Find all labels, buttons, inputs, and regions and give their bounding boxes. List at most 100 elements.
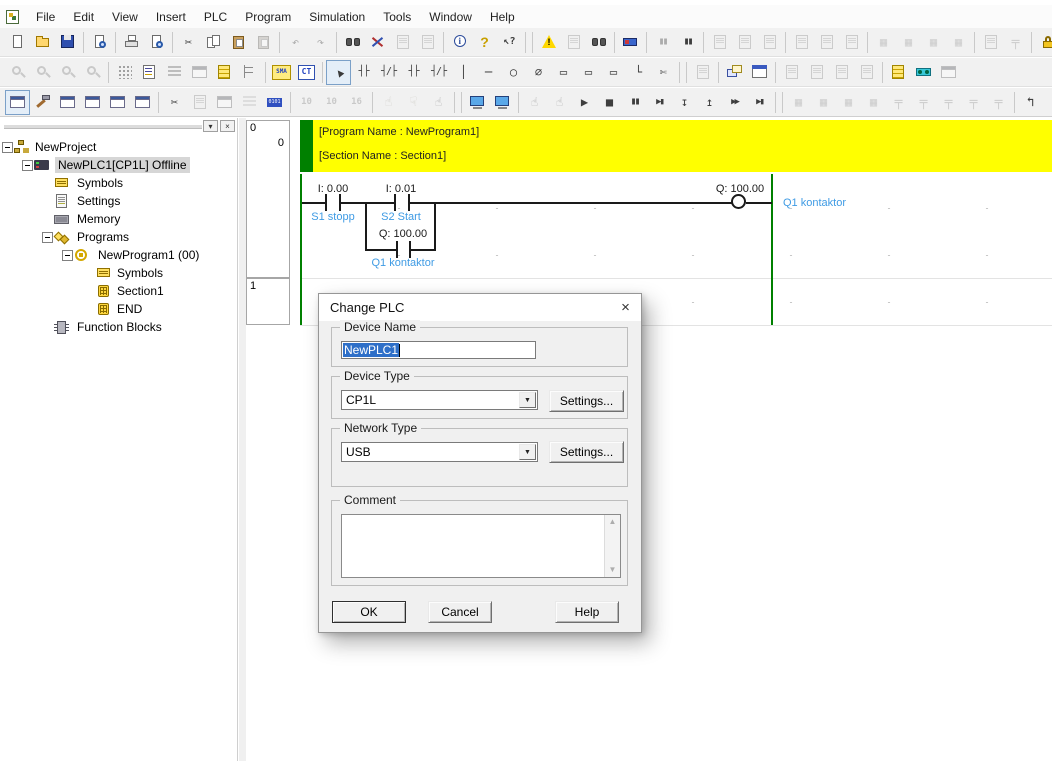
online-edit-begin-button[interactable] [789,30,814,55]
edit-symbol-button[interactable] [779,60,804,85]
tree-expander-minus[interactable] [22,160,33,171]
menu-tools[interactable]: Tools [374,10,420,24]
network-type-settings-button[interactable]: Settings... [549,441,624,463]
app-icon[interactable] [5,9,21,24]
tree-item-symbols-global[interactable]: Symbols [0,174,237,192]
device-type-select[interactable]: CP1L ▼ [341,390,538,410]
tree-item-newproject[interactable]: NewProject [0,138,237,156]
sim-pause-button[interactable]: ▮▮ [622,90,647,115]
sim-step-out-button[interactable]: ↥ [697,90,722,115]
help-topics-button[interactable]: ? [472,30,497,55]
io-break-2-button[interactable]: ╤ [911,90,936,115]
new-horizontal-line-button[interactable]: ─ [476,60,501,85]
workspace-menu-button[interactable]: ▾ [203,120,218,132]
mnemonic-view-button[interactable]: SMA [269,60,294,85]
menu-insert[interactable]: Insert [147,10,195,24]
show-monitor-boxes-button[interactable] [187,60,212,85]
rung-0-margin[interactable]: 0 0 [246,120,290,278]
new-button[interactable] [5,30,30,55]
help-button[interactable]: Help [555,601,619,623]
update-symbols-button[interactable] [829,60,854,85]
save-button[interactable] [55,30,80,55]
new-closed-coil-button[interactable]: ∅ [526,60,551,85]
zoom-out-button[interactable] [30,60,55,85]
open-button[interactable] [30,30,55,55]
compare-programs-button[interactable] [722,60,747,85]
menu-file[interactable]: File [27,10,64,24]
transfer-to-plc-button[interactable] [707,30,732,55]
toggle-local-symbols-button[interactable] [105,90,130,115]
select-mode-button[interactable]: ▲ [326,60,351,85]
copy-button[interactable] [201,30,226,55]
undo-button[interactable]: ↶ [283,30,308,55]
watch-window-button[interactable] [911,60,936,85]
work-schedule-button[interactable] [747,60,772,85]
contact-address[interactable]: I: 0.01 [371,183,431,195]
dialog-close-button[interactable]: × [611,295,640,320]
menu-plc[interactable]: PLC [195,10,236,24]
new-instruction-button[interactable]: ▭ [551,60,576,85]
scroll-up-icon[interactable]: ▲ [605,515,620,529]
toggle-watch-window-button[interactable] [55,90,80,115]
zoom-in-button[interactable] [5,60,30,85]
tree-item-function-blocks[interactable]: Function Blocks [0,318,237,336]
sim-step-in-button[interactable]: ↧ [672,90,697,115]
online-edit-send-button[interactable] [814,30,839,55]
toggle-properties-button[interactable] [130,90,155,115]
paste-extended-button[interactable] [251,30,276,55]
network-type-select[interactable]: USB ▼ [341,442,538,462]
tree-item-end[interactable]: END [0,300,237,318]
toggle-output-window-button[interactable] [30,90,55,115]
sim-scan-run-button[interactable]: ☝ [522,90,547,115]
show-ladder-view-button[interactable] [212,60,237,85]
breakpoint-clear-all-button[interactable]: ▦ [861,90,886,115]
online-edit-cancel-button[interactable] [839,30,864,55]
device-type-settings-button[interactable]: Settings... [549,390,624,412]
properties-window-button[interactable] [936,60,961,85]
io-comment-view-button[interactable]: CT [294,60,319,85]
new-function-block-invoke-button[interactable]: ▭ [601,60,626,85]
breakpoint-clear-button[interactable]: ▦ [836,90,861,115]
compile-button[interactable] [536,30,561,55]
new-vertical-line-button[interactable]: │ [451,60,476,85]
check-program-tool-button[interactable]: ✂ [162,90,187,115]
program-check-button[interactable] [690,60,715,85]
ok-button[interactable]: OK [332,601,406,623]
insert-row-button[interactable] [854,60,879,85]
tree-item-newprogram1[interactable]: NewProgram1 (00) [0,246,237,264]
menu-edit[interactable]: Edit [64,10,103,24]
sim-run-button[interactable]: ▶ [572,90,597,115]
menu-simulation[interactable]: Simulation [300,10,374,24]
cut-button[interactable]: ✂ [176,30,201,55]
plc-settings-window-button[interactable] [212,90,237,115]
io-break-5-button[interactable]: ╤ [986,90,1011,115]
menu-help[interactable]: Help [481,10,524,24]
drag-grip[interactable] [4,124,202,128]
monitor-mode-button[interactable]: ▦ [871,30,896,55]
program-mode-button[interactable]: ▦ [921,30,946,55]
redo-button[interactable]: ↷ [308,30,333,55]
tree-item-settings[interactable]: Settings [0,192,237,210]
sim-continuous-step-button[interactable]: ▶▶ [722,90,747,115]
sim-continuous-run-button[interactable]: ☝ [547,90,572,115]
comment-textarea[interactable]: ▲ ▼ [341,514,621,578]
base-hexadecimal-button[interactable]: 16 [344,90,369,115]
io-table-button[interactable] [187,90,212,115]
new-closed-or-contact-button[interactable]: ┤/├ [426,60,451,85]
find-button[interactable] [340,30,365,55]
tree-expander-minus[interactable] [62,250,73,261]
output-coil[interactable] [731,194,746,209]
address-reference-tool-button[interactable] [886,60,911,85]
base-decimal-button[interactable]: 10 [294,90,319,115]
menu-window[interactable]: Window [420,10,481,24]
toggle-cross-reference-button[interactable] [80,90,105,115]
new-or-contact-button[interactable]: ┤├ [401,60,426,85]
tree-expander-minus[interactable] [2,142,13,153]
breakpoint-set-2-button[interactable]: ▦ [811,90,836,115]
sim-step-run-button[interactable]: ▶▮ [647,90,672,115]
pause-button[interactable]: ▮▮ [675,30,700,55]
rung-1-margin[interactable]: 1 [246,278,290,325]
force-on-button[interactable]: ☝ [376,90,401,115]
connect-line-tool-button[interactable]: └ [626,60,651,85]
replace-button[interactable] [365,30,390,55]
